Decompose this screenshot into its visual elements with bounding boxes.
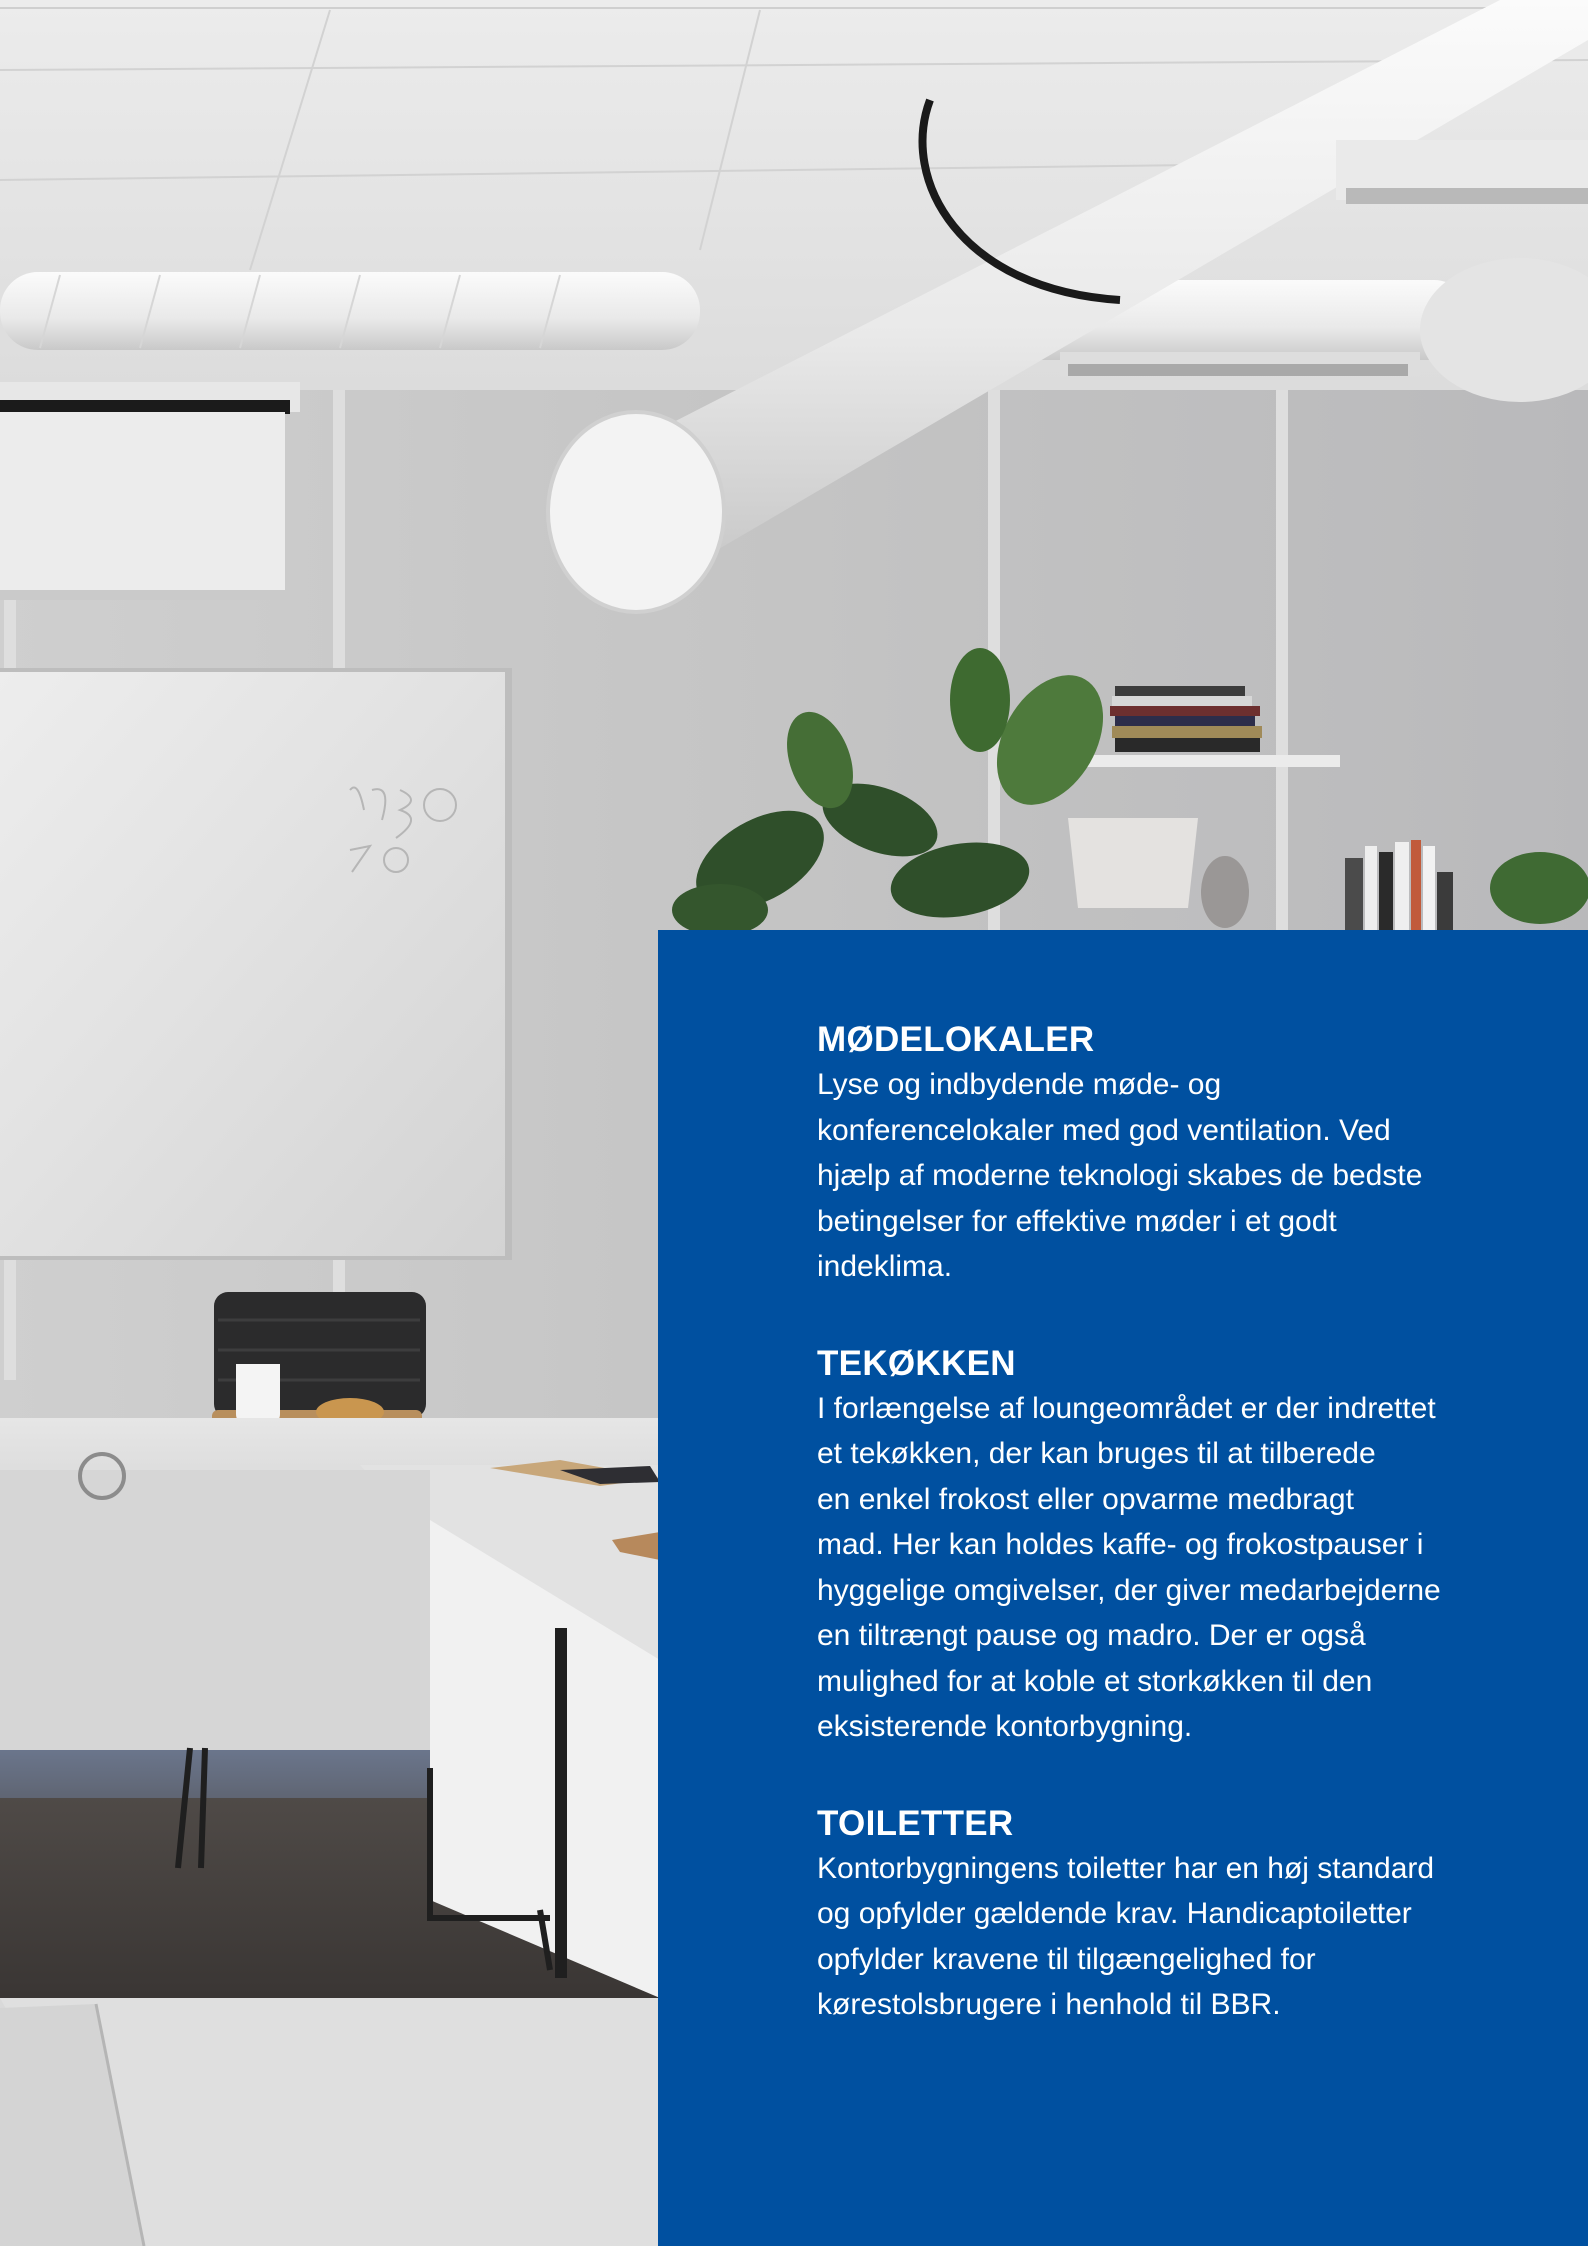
panel-content: MØDELOKALER Lyse og indbydende møde- og … [817, 1018, 1517, 2080]
body-line: en enkel frokost eller opvarme medbragt [817, 1482, 1354, 1516]
body-line: hyggelige omgivelser, der giver medarbej… [817, 1573, 1441, 1607]
body-line: kørestolsbrugere i henhold til BBR. [817, 1988, 1281, 2021]
section-body: Kontorbygningens toiletter har en høj st… [817, 1846, 1517, 2028]
body-line: betingelser for effektive møder i et god… [817, 1204, 1337, 1238]
body-line: en tiltrængt pause og madro. Der er også [817, 1619, 1366, 1652]
section-heading: TEKØKKEN [817, 1343, 1016, 1383]
body-line: I forlængelse af loungeområdet er der in… [817, 1391, 1436, 1425]
section-modelokaler: MØDELOKALER Lyse og indbydende møde- og … [817, 1018, 1517, 1290]
body-line: opfylder kravene til tilgængelighed for [817, 1942, 1316, 1976]
section-heading: MØDELOKALER [817, 1020, 1095, 1059]
info-panel: MØDELOKALER Lyse og indbydende møde- og … [658, 930, 1588, 2246]
body-line: og opfylder gældende krav. Handicaptoile… [817, 1897, 1412, 1930]
section-body: I forlængelse af loungeområdet er der in… [817, 1386, 1517, 1750]
body-line: hjælp af moderne teknologi skabes de bed… [817, 1159, 1423, 1192]
body-line: Kontorbygningens toiletter har en høj st… [817, 1851, 1435, 1885]
body-line: Lyse og indbydende møde- og [817, 1068, 1222, 1101]
body-line: konferencelokaler med god ventilation. V… [817, 1113, 1391, 1147]
body-line: mad. Her kan holdes kaffe- og frokostpau… [817, 1528, 1424, 1561]
section-body: Lyse og indbydende møde- og konferencelo… [817, 1062, 1517, 1290]
section-toiletter: TOILETTER Kontorbygningens toiletter har… [817, 1802, 1517, 2028]
section-heading: TOILETTER [817, 1803, 1014, 1843]
body-line: indeklima. [817, 1250, 953, 1283]
body-line: et tekøkken, der kan bruges til at tilbe… [817, 1437, 1376, 1470]
body-line: eksisterende kontorbygning. [817, 1710, 1193, 1743]
body-line: mulighed for at koble et storkøkken til … [817, 1664, 1373, 1698]
section-tekokken: TEKØKKEN I forlængelse af loungeområdet … [817, 1342, 1517, 1750]
